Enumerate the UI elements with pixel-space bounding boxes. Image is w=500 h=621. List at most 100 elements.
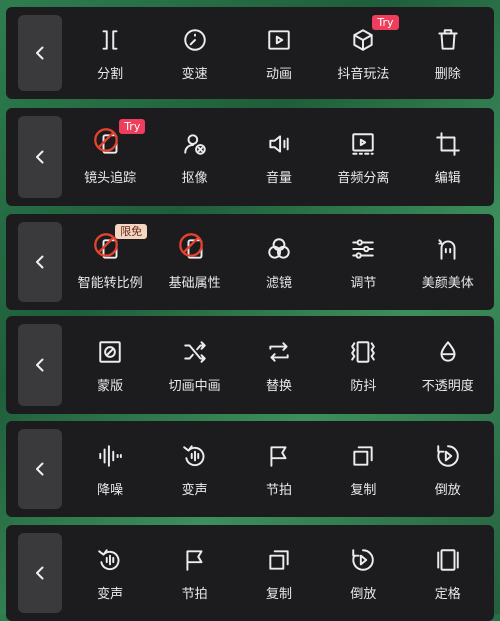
chevron-left-icon (36, 255, 44, 269)
tool-label: 节拍 (265, 482, 292, 498)
tool-list: 蒙版 切画中画 替换 防抖 不透明度 (62, 337, 494, 394)
promo-badge: Try (372, 14, 399, 30)
tool-list: 限免 智能转比例基础属性 滤镜调节 美颜美体 (62, 223, 494, 291)
tool-item[interactable]: 替换 (238, 337, 320, 394)
tool-item[interactable]: 倒放 (322, 545, 404, 602)
tool-item[interactable]: 美颜美体 (407, 234, 489, 291)
promo-badge: Try (119, 118, 146, 134)
stabilize-icon (348, 337, 378, 367)
tool-item[interactable]: 编辑 (407, 129, 489, 186)
beat-flag-icon (264, 441, 294, 471)
back-button[interactable] (18, 533, 62, 613)
toolbar-row: 分割 变速 动画 Try 抖音玩法 删除 (6, 7, 494, 99)
tool-item[interactable]: 动画 (238, 25, 320, 82)
adjust-icon (348, 234, 378, 264)
tool-list: 降噪 变声 节拍 复制 倒放 (62, 441, 494, 498)
back-button[interactable] (18, 324, 62, 406)
tool-label: 美颜美体 (421, 275, 474, 291)
tool-item[interactable]: 防抖 (322, 337, 404, 394)
beauty-icon (433, 234, 463, 264)
tool-label: 复制 (265, 586, 292, 602)
tool-label: 节拍 (181, 586, 208, 602)
toolbar-row: 变声 节拍 复制 倒放 定格 (6, 525, 494, 621)
tool-list: 分割 变速 动画 Try 抖音玩法 删除 (62, 14, 494, 82)
tool-item[interactable]: 调节 (322, 234, 404, 291)
delete-icon (433, 25, 463, 55)
reverse-icon (348, 545, 378, 575)
toolbar-row: Try 镜头追踪 抠像 音量 音频分离 编辑 (6, 108, 494, 206)
toolbar-row: 限免 智能转比例基础属性 滤镜调节 美颜美体 (6, 214, 494, 310)
beat-flag-icon (180, 545, 210, 575)
tool-label: 音量 (265, 170, 292, 186)
tool-label: 降噪 (97, 482, 124, 498)
tool-label: 复制 (350, 482, 377, 498)
back-button[interactable] (18, 222, 62, 302)
tool-label: 删除 (434, 66, 461, 82)
replace-icon (264, 337, 294, 367)
blocked-overlay (94, 127, 119, 152)
tool-item[interactable]: 降噪 (69, 441, 151, 498)
tool-label: 编辑 (434, 170, 461, 186)
tool-item[interactable]: 限免 智能转比例 (69, 223, 151, 291)
tool-item[interactable]: 基础属性 (154, 232, 236, 291)
tool-label: 切画中画 (168, 378, 221, 394)
chevron-left-icon (36, 358, 44, 372)
tool-label: 变声 (181, 482, 208, 498)
tool-item[interactable]: 滤镜 (238, 234, 320, 291)
copy-icon (348, 441, 378, 471)
tool-label: 抖音玩法 (337, 66, 390, 82)
tool-label: 动画 (265, 66, 292, 82)
tool-item[interactable]: 变声 (69, 545, 151, 602)
chevron-left-icon (36, 46, 44, 60)
tool-label: 音频分离 (337, 170, 390, 186)
back-button[interactable] (18, 429, 62, 509)
back-button[interactable] (18, 15, 62, 91)
split-icon (95, 25, 125, 55)
chevron-left-icon (36, 462, 44, 476)
animation-icon (264, 25, 294, 55)
tool-item[interactable]: 倒放 (407, 441, 489, 498)
back-button[interactable] (18, 116, 62, 198)
tool-label: 基础属性 (168, 275, 221, 291)
speed-icon (180, 25, 210, 55)
tool-item[interactable]: 切画中画 (154, 337, 236, 394)
tool-item[interactable]: 不透明度 (407, 337, 489, 394)
tool-item[interactable]: 音量 (238, 129, 320, 186)
voice-change-icon (95, 545, 125, 575)
tool-item[interactable]: 复制 (322, 441, 404, 498)
shuffle-icon (180, 337, 210, 367)
tool-label: 抠像 (181, 170, 208, 186)
tool-label: 替换 (265, 378, 292, 394)
tool-item[interactable]: 定格 (407, 545, 489, 602)
voice-change-icon (180, 441, 210, 471)
tool-item[interactable]: 抠像 (154, 129, 236, 186)
tool-list: Try 镜头追踪 抠像 音量 音频分离 编辑 (62, 118, 494, 186)
toolbar-row: 降噪 变声 节拍 复制 倒放 (6, 421, 494, 517)
toolbar-row: 蒙版 切画中画 替换 防抖 不透明度 (6, 316, 494, 414)
tool-item[interactable]: Try 镜头追踪 (69, 118, 151, 186)
tool-label: 调节 (350, 275, 377, 291)
chevron-left-icon (36, 566, 44, 580)
audio-split-icon (348, 129, 378, 159)
tool-label: 定格 (434, 586, 461, 602)
tool-item[interactable]: 节拍 (154, 545, 236, 602)
tool-item[interactable]: 音频分离 (322, 129, 404, 186)
tool-item[interactable]: 节拍 (238, 441, 320, 498)
tool-item[interactable]: 变速 (154, 25, 236, 82)
tool-item[interactable]: 分割 (69, 25, 151, 82)
freeze-icon (433, 545, 463, 575)
crop-icon (433, 129, 463, 159)
blocked-overlay (178, 232, 203, 257)
tool-item[interactable]: 蒙版 (69, 337, 151, 394)
tool-item[interactable]: 变声 (154, 441, 236, 498)
tool-item[interactable]: Try 抖音玩法 (322, 14, 404, 82)
tool-label: 防抖 (350, 378, 377, 394)
tool-item[interactable]: 删除 (407, 25, 489, 82)
tool-label: 变声 (97, 586, 124, 602)
tool-label: 倒放 (350, 586, 377, 602)
tool-label: 变速 (181, 66, 208, 82)
tool-label: 不透明度 (421, 378, 474, 394)
copy-icon (264, 545, 294, 575)
reverse-icon (433, 441, 463, 471)
tool-item[interactable]: 复制 (238, 545, 320, 602)
